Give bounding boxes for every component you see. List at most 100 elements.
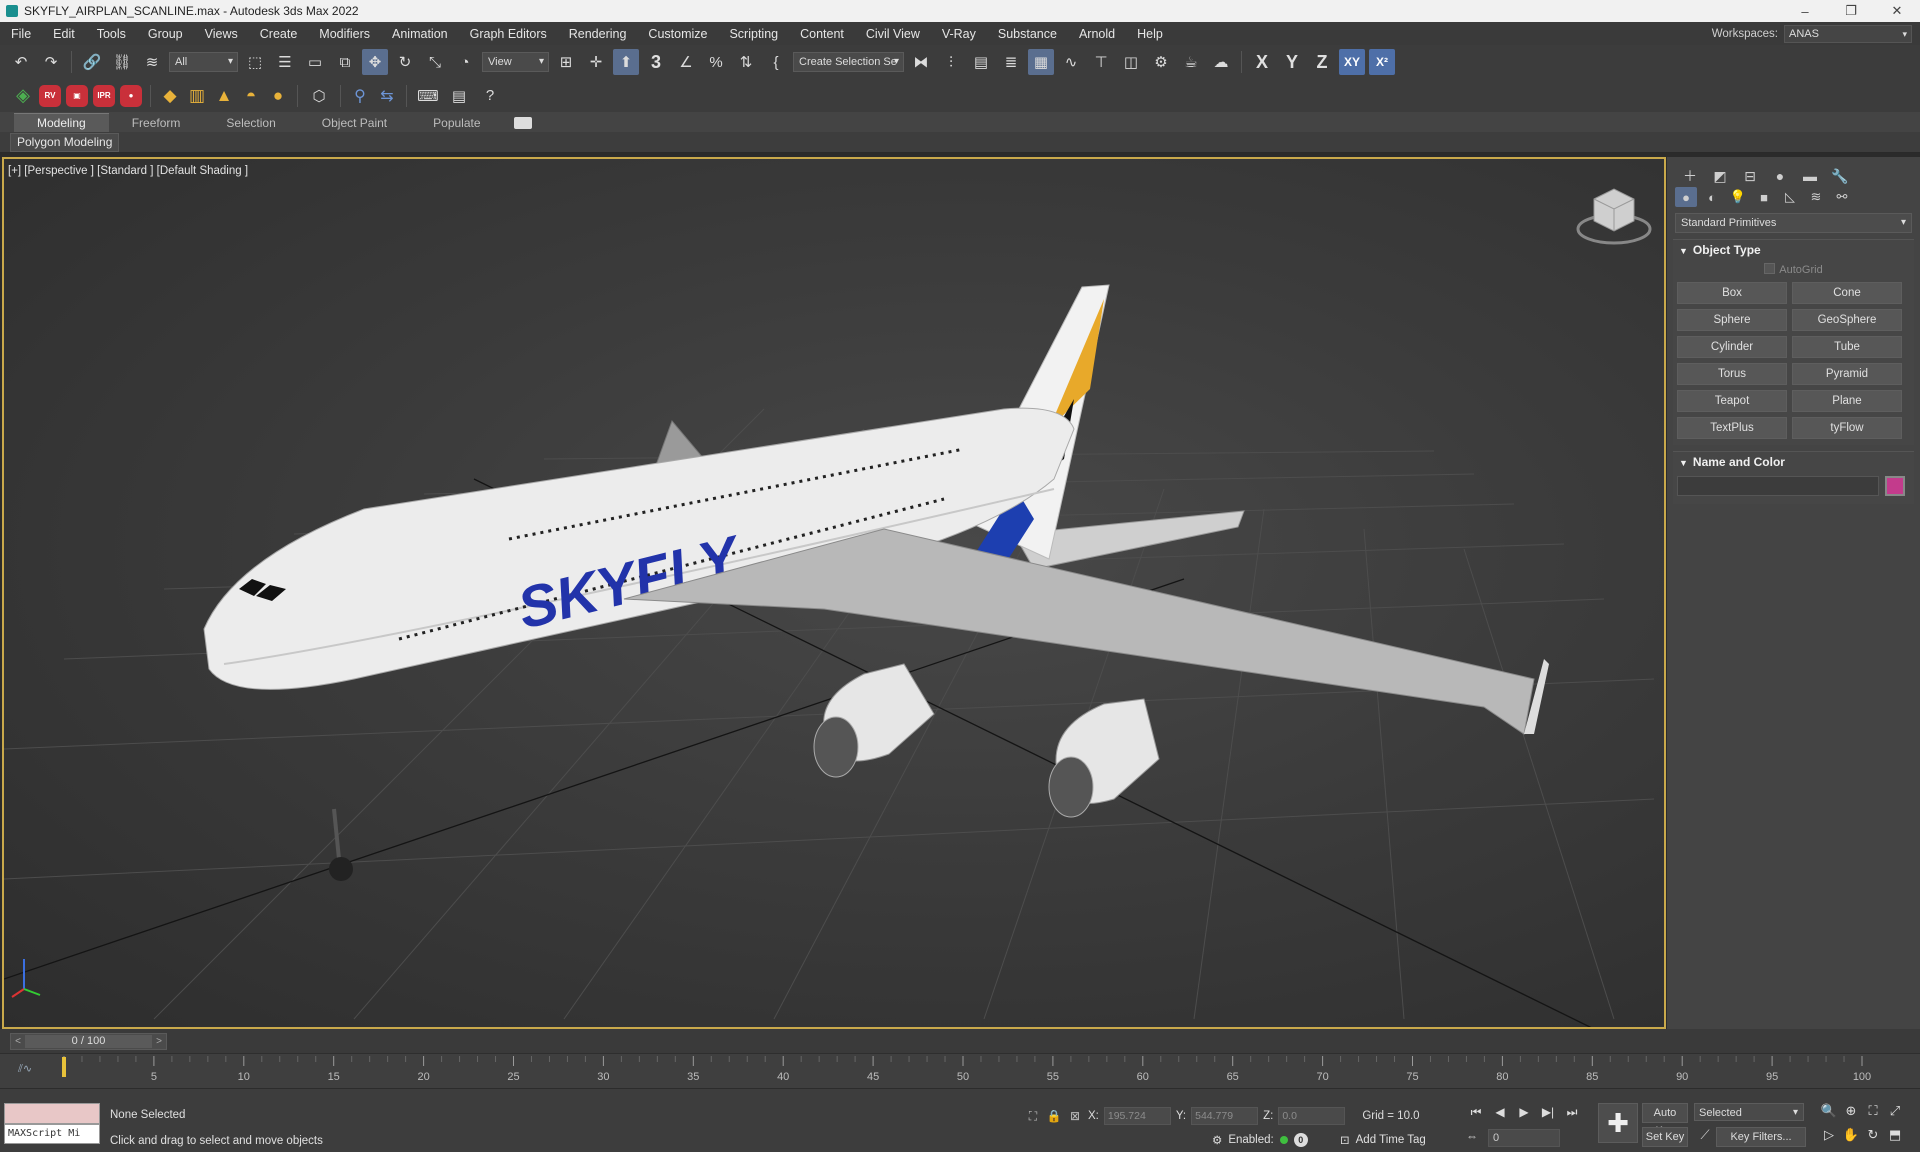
vray-sun-icon[interactable]: ▲ xyxy=(213,85,235,107)
rectangular-selection-icon[interactable]: ▭ xyxy=(302,49,328,75)
x-coordinate-field[interactable]: 195.724 xyxy=(1103,1107,1171,1125)
scene-explorer-icon[interactable]: ▤ xyxy=(968,49,994,75)
scale-icon[interactable]: ⤡ xyxy=(422,49,448,75)
material-editor-icon[interactable]: ◫ xyxy=(1118,49,1144,75)
geometry-icon[interactable]: ● xyxy=(1675,187,1697,207)
current-frame-field[interactable]: 0 xyxy=(1488,1129,1560,1147)
tab-modeling[interactable]: Modeling xyxy=(14,113,109,132)
menu-file[interactable]: File xyxy=(0,27,42,41)
curve-editor-icon[interactable]: ∿ xyxy=(1058,49,1084,75)
zoom-extents-icon[interactable]: ⛶ xyxy=(1862,1101,1884,1121)
percent-snap-icon[interactable]: % xyxy=(703,49,729,75)
align-icon[interactable]: ⫶ xyxy=(938,49,964,75)
lights-icon[interactable]: 💡 xyxy=(1727,187,1749,207)
pivot-center-icon[interactable]: ⊞ xyxy=(553,49,579,75)
set-key-button[interactable]: Set Key xyxy=(1642,1127,1688,1147)
vray-fur-icon[interactable]: ⚲ xyxy=(349,85,371,107)
object-name-field[interactable] xyxy=(1677,476,1879,496)
field-of-view-icon[interactable]: ▷ xyxy=(1818,1125,1840,1145)
menu-scripting[interactable]: Scripting xyxy=(718,27,789,41)
unlink-icon[interactable]: ⛓ xyxy=(109,49,135,75)
script-editor-icon[interactable]: ⌨ xyxy=(415,83,441,109)
keyboard-shortcut-override-icon[interactable]: ⬆ xyxy=(613,49,639,75)
pyramid-button[interactable]: Pyramid xyxy=(1792,363,1902,385)
menu-edit[interactable]: Edit xyxy=(42,27,86,41)
axis-z-button[interactable]: Z xyxy=(1309,49,1335,75)
object-color-swatch[interactable] xyxy=(1885,476,1905,496)
axis-xy-button[interactable]: XY xyxy=(1339,49,1365,75)
maxscript-input[interactable]: MAXScript Mi xyxy=(4,1124,100,1144)
maxscript-output[interactable] xyxy=(4,1103,100,1124)
absolute-mode-icon[interactable]: ⊠ xyxy=(1067,1108,1083,1124)
vray-sphere-light-icon[interactable]: ● xyxy=(267,85,289,107)
viewcube-icon[interactable] xyxy=(1576,188,1652,245)
object-type-header[interactable]: ▼ Object Type xyxy=(1673,240,1914,260)
time-next-arrow[interactable]: > xyxy=(152,1036,166,1047)
window-crossing-icon[interactable]: ⧉ xyxy=(332,49,358,75)
systems-icon[interactable]: ⚯ xyxy=(1831,187,1853,207)
motion-tab-icon[interactable]: ● xyxy=(1769,167,1791,185)
add-time-tag[interactable]: ⊡ Add Time Tag xyxy=(1340,1133,1426,1147)
menu-customize[interactable]: Customize xyxy=(637,27,718,41)
help-icon[interactable]: ? xyxy=(477,83,503,109)
pan-icon[interactable]: ✋ xyxy=(1840,1125,1862,1145)
tab-populate[interactable]: Populate xyxy=(410,114,503,132)
display-tab-icon[interactable]: ▬ xyxy=(1799,167,1821,185)
named-selection-dropdown[interactable]: Create Selection Se xyxy=(793,52,904,72)
name-and-color-header[interactable]: ▼ Name and Color xyxy=(1673,452,1914,472)
go-to-start-icon[interactable]: ⏮ xyxy=(1466,1103,1486,1121)
space-warps-icon[interactable]: ≋ xyxy=(1805,187,1827,207)
axis-x-button[interactable]: X xyxy=(1249,49,1275,75)
orbit-icon[interactable]: ↻ xyxy=(1862,1125,1884,1145)
selection-lock-icon[interactable]: 🔒 xyxy=(1046,1108,1062,1124)
axis-y-button[interactable]: Y xyxy=(1279,49,1305,75)
degradation-icon[interactable]: ⚙ xyxy=(1212,1133,1222,1147)
play-icon[interactable]: ▶ xyxy=(1514,1103,1534,1121)
zoom-all-icon[interactable]: ⊕ xyxy=(1840,1101,1862,1121)
cylinder-button[interactable]: Cylinder xyxy=(1677,336,1787,358)
viewport-label[interactable]: [+] [Perspective ] [Standard ] [Default … xyxy=(8,165,248,177)
zoom-extents-all-icon[interactable]: ⤢ xyxy=(1884,1101,1906,1121)
key-tangent-icon[interactable]: ⟋ xyxy=(1696,1127,1714,1145)
maximize-viewport-icon[interactable]: ⬒ xyxy=(1884,1125,1906,1145)
track-bar[interactable]: ⫽∿ 5 10 15 20 25 30 35 40 45 50 55 60 65 70 75 80 85 90 95… xyxy=(0,1053,1920,1089)
minimize-button[interactable]: – xyxy=(1782,4,1828,19)
perspective-viewport[interactable]: SKYFLY [+] [Perspective ] [Standard ] [D… xyxy=(2,157,1666,1029)
rotate-icon[interactable]: ↻ xyxy=(392,49,418,75)
cone-button[interactable]: Cone xyxy=(1792,282,1902,304)
close-button[interactable]: ✕ xyxy=(1874,3,1920,19)
shapes-icon[interactable]: ◐ xyxy=(1701,187,1723,207)
menu-help[interactable]: Help xyxy=(1126,27,1174,41)
menu-animation[interactable]: Animation xyxy=(381,27,459,41)
tyflow-button[interactable]: tyFlow xyxy=(1792,417,1902,439)
vray-proxy-icon[interactable]: ⬡ xyxy=(306,83,332,109)
snap-toggle-icon[interactable]: 3 xyxy=(643,49,669,75)
bind-space-warp-icon[interactable]: ≋ xyxy=(139,49,165,75)
maxscript-listener[interactable]: MAXScript Mi xyxy=(4,1103,100,1145)
z-coordinate-field[interactable]: 0.0 xyxy=(1278,1107,1346,1125)
key-selection-dropdown[interactable]: Selected xyxy=(1694,1103,1804,1122)
hierarchy-tab-icon[interactable]: ⊟ xyxy=(1739,167,1761,185)
enabled-indicator[interactable] xyxy=(1279,1136,1288,1144)
key-filters-button[interactable]: Key Filters... xyxy=(1716,1127,1806,1147)
previous-frame-icon[interactable]: ◀ xyxy=(1490,1103,1510,1121)
plane-button[interactable]: Plane xyxy=(1792,390,1902,412)
select-manipulate-icon[interactable]: ✛ xyxy=(583,49,609,75)
torus-button[interactable]: Torus xyxy=(1677,363,1787,385)
redo-icon[interactable]: ↷ xyxy=(38,49,64,75)
sphere-button[interactable]: Sphere xyxy=(1677,309,1787,331)
time-slider-thumb[interactable]: 0 / 100 xyxy=(25,1035,152,1048)
rendered-frame-window-icon[interactable]: ☕ xyxy=(1178,49,1204,75)
edit-named-selection-icon[interactable]: { xyxy=(763,49,789,75)
menu-content[interactable]: Content xyxy=(789,27,855,41)
box-button[interactable]: Box xyxy=(1677,282,1787,304)
geometry-category-dropdown[interactable]: Standard Primitives xyxy=(1675,213,1912,233)
mirror-icon[interactable]: ⧓ xyxy=(908,49,934,75)
time-prev-arrow[interactable]: < xyxy=(11,1036,25,1047)
select-object-icon[interactable]: ⬚ xyxy=(242,49,268,75)
menu-substance[interactable]: Substance xyxy=(987,27,1068,41)
selection-filter-dropdown[interactable]: All xyxy=(169,52,238,72)
autogrid-checkbox[interactable]: AutoGrid xyxy=(1673,260,1914,280)
menu-arnold[interactable]: Arnold xyxy=(1068,27,1126,41)
time-slider[interactable]: < 0 / 100 > xyxy=(10,1033,167,1050)
